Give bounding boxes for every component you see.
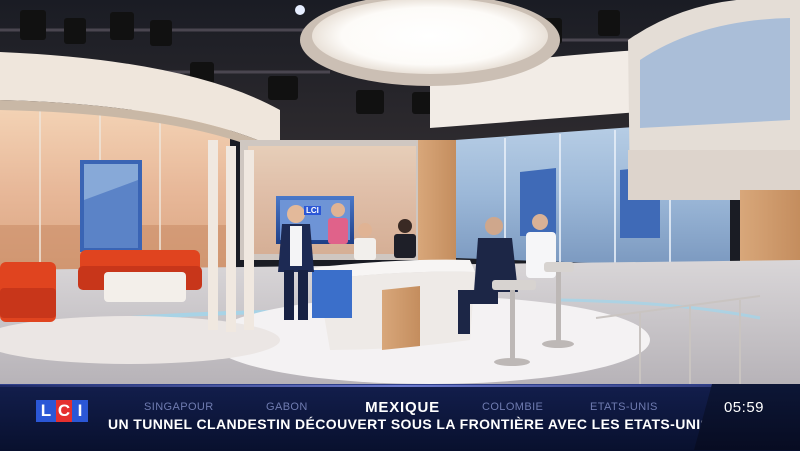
logo-letter-i: I — [72, 400, 88, 422]
ticker-clock: 05:59 — [723, 399, 765, 416]
logo-letter-c: C — [56, 400, 72, 422]
logo-letter-l: L — [36, 400, 56, 422]
ticker-country: GABON — [266, 401, 308, 413]
ticker-headline: UN TUNNEL CLANDESTIN DÉCOUVERT SOUS LA F… — [108, 416, 711, 432]
ticker-country: ETATS-UNIS — [590, 401, 658, 413]
ticker-top-glow — [0, 385, 800, 387]
channel-logo: L C I — [36, 400, 88, 422]
background-screen-logo: LCI — [304, 206, 321, 215]
studio-scene — [0, 0, 800, 384]
clock-panel — [694, 384, 800, 450]
ticker-country: COLOMBIE — [482, 401, 544, 413]
ticker-country: SINGAPOUR — [144, 401, 214, 413]
ticker-topic: MEXIQUE — [365, 399, 440, 416]
